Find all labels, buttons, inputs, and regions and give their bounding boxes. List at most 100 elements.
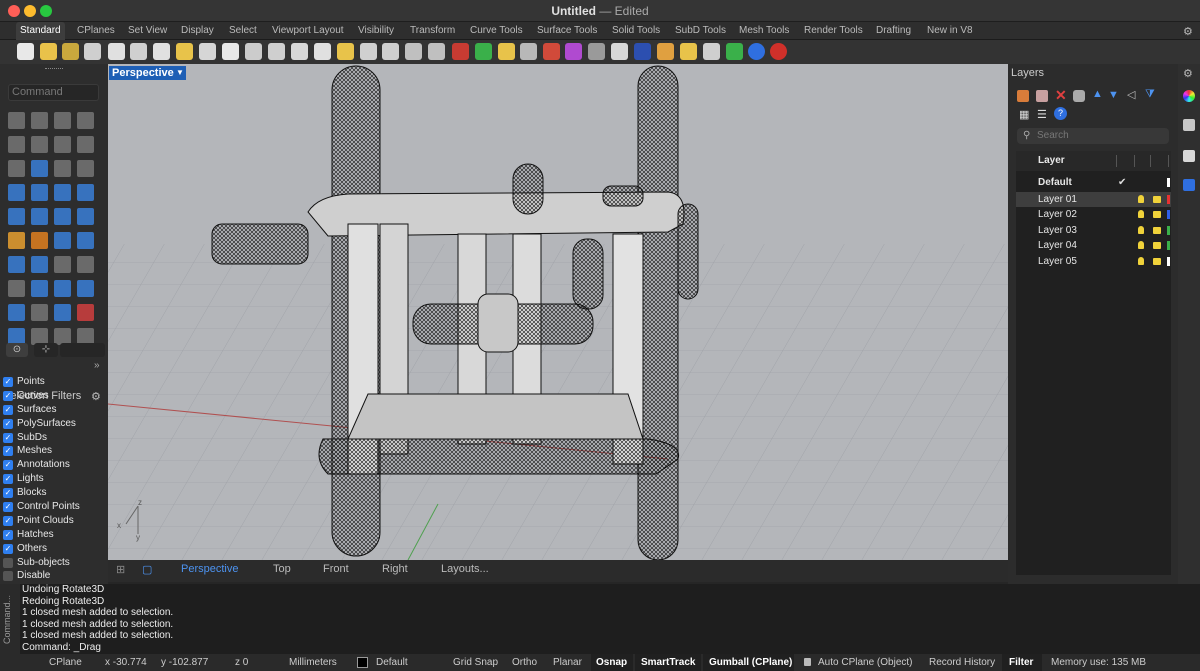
layer-lock-icon[interactable] <box>1153 242 1161 249</box>
block-icon[interactable] <box>77 280 94 297</box>
new-layer-icon[interactable] <box>1017 90 1029 102</box>
materials-icon[interactable] <box>543 43 560 60</box>
filter-row[interactable]: ✓ Curves <box>3 389 107 403</box>
color-wheel-icon[interactable] <box>565 43 582 60</box>
loft-icon[interactable] <box>77 184 94 201</box>
tab-subd-tools[interactable]: SubD Tools <box>671 22 730 40</box>
undo-icon[interactable] <box>199 43 216 60</box>
layer-color-swatch[interactable] <box>1167 241 1170 250</box>
move-out-icon[interactable]: ◁ <box>1127 88 1135 101</box>
named-views-icon[interactable] <box>428 43 445 60</box>
viewport-scene[interactable]: z x y <box>108 64 1008 560</box>
filter-checkbox[interactable]: ✓ <box>3 488 13 499</box>
tab-visibility[interactable]: Visibility <box>354 22 398 40</box>
layer-column-header[interactable]: Layer <box>1016 151 1171 171</box>
filter-row[interactable]: ✓ Surfaces <box>3 403 107 417</box>
move-icon[interactable] <box>8 184 25 201</box>
layer-visible-bulb-icon[interactable] <box>1138 225 1144 234</box>
layer-color-swatch[interactable] <box>1167 256 1170 266</box>
tab-set-view[interactable]: Set View <box>124 22 171 40</box>
new-file-icon[interactable] <box>17 43 34 60</box>
filter-geometry-tab-icon[interactable]: ⊙ <box>6 343 28 357</box>
single-viewport-icon[interactable]: ▢ <box>142 563 152 576</box>
filter-checkbox[interactable]: ✓ <box>3 543 13 554</box>
offset-icon[interactable] <box>31 184 48 201</box>
grid-snap-toggle[interactable]: Grid Snap <box>453 657 498 668</box>
planar-toggle[interactable]: Planar <box>553 657 582 668</box>
cplane-icon[interactable] <box>405 43 422 60</box>
panel-gear-icon[interactable]: ⚙ <box>1183 67 1193 80</box>
tab-select[interactable]: Select <box>225 22 261 40</box>
shaded-icon[interactable] <box>611 43 628 60</box>
open-file-icon[interactable] <box>40 43 57 60</box>
layer-lock-icon[interactable] <box>1153 226 1161 234</box>
layer-visible-bulb-icon[interactable] <box>1138 194 1144 203</box>
new-sublayer-icon[interactable] <box>1036 90 1048 102</box>
filter-checkbox[interactable]: ✓ <box>3 376 13 387</box>
layer-color-swatch[interactable] <box>1167 178 1170 187</box>
cylinder-icon[interactable] <box>54 208 71 225</box>
lock-icon[interactable] <box>520 43 537 60</box>
layer-search-input[interactable]: Search <box>1017 128 1169 144</box>
tab-transform[interactable]: Transform <box>406 22 459 40</box>
perspective-viewport[interactable]: z x y Perspective ▼ <box>108 64 1008 560</box>
filter-row[interactable]: ✓ PolySurfaces <box>3 417 107 431</box>
filter-checkbox[interactable]: ✓ <box>3 432 13 443</box>
filter-row[interactable]: ✓ Point Clouds <box>3 514 107 528</box>
filter-checkbox[interactable]: ✓ <box>3 474 13 485</box>
polygon-icon[interactable] <box>77 136 94 153</box>
filter-checkbox[interactable]: ✓ <box>3 418 13 429</box>
render-icon[interactable] <box>77 304 94 321</box>
layers-icon[interactable] <box>54 304 71 321</box>
move-layer-up-icon[interactable]: ▲ <box>1092 88 1103 100</box>
list-view-icon[interactable]: ☰ <box>1037 108 1047 121</box>
tab-new-in-v8[interactable]: New in V8 <box>923 22 977 40</box>
grid-view-icon[interactable]: ▦ <box>1019 108 1029 121</box>
tab-standard[interactable]: Standard <box>16 22 65 40</box>
tabs-settings-gear-icon[interactable]: ⚙ <box>1183 25 1193 38</box>
layer-visible-bulb-icon[interactable] <box>1138 210 1144 218</box>
dimension-icon[interactable] <box>31 280 48 297</box>
filter-subobject-tab-icon[interactable]: ⊹ <box>34 343 58 357</box>
duplicate-layer-icon[interactable] <box>1073 90 1085 102</box>
boolean-icon[interactable] <box>8 256 25 273</box>
pan-hand-icon[interactable] <box>222 43 239 60</box>
notes-panel-icon[interactable] <box>1183 150 1195 162</box>
osnap-toggle[interactable]: Osnap <box>596 657 627 668</box>
smarttrack-toggle[interactable]: SmartTrack <box>641 657 695 668</box>
rectangle-icon[interactable] <box>8 160 25 177</box>
layer-row[interactable]: Layer 01 <box>1016 191 1171 207</box>
import-icon[interactable] <box>108 43 125 60</box>
command-side-tab[interactable]: Command... <box>0 584 20 654</box>
wireframe-sphere-icon[interactable] <box>588 43 605 60</box>
zoom-window-icon[interactable] <box>291 43 308 60</box>
filter-checkbox[interactable] <box>3 557 13 568</box>
grid-layout-icon[interactable]: ⊞ <box>116 563 125 576</box>
layer-filter-icon[interactable]: ⧩ <box>1145 88 1155 101</box>
display-panel-icon[interactable] <box>1183 90 1195 102</box>
tab-right-view[interactable]: Right <box>382 563 408 575</box>
car-icon[interactable] <box>452 43 469 60</box>
light-bulb-icon[interactable] <box>498 43 515 60</box>
text-icon[interactable] <box>8 280 25 297</box>
filter-row[interactable]: ✓ Lights <box>3 472 107 486</box>
viewport-menu-chevron-icon[interactable]: ▼ <box>174 66 186 80</box>
filter-checkbox[interactable] <box>3 571 13 582</box>
four-viewports-icon[interactable] <box>382 43 399 60</box>
filter-checkbox[interactable]: ✓ <box>3 390 13 401</box>
free-curve-icon[interactable] <box>54 160 71 177</box>
grasshopper-icon[interactable] <box>703 43 720 60</box>
extrude-icon[interactable] <box>54 184 71 201</box>
tab-front-view[interactable]: Front <box>323 563 349 575</box>
mirror-icon[interactable] <box>54 256 71 273</box>
undo-view-icon[interactable] <box>360 43 377 60</box>
array-icon[interactable] <box>31 256 48 273</box>
paste-icon[interactable] <box>176 43 193 60</box>
print-icon[interactable] <box>84 43 101 60</box>
tab-cplanes[interactable]: CPlanes <box>73 22 119 40</box>
expand-chevron-icon[interactable]: » <box>94 360 100 371</box>
layer-row[interactable]: Layer 04 <box>1016 238 1171 253</box>
tab-mesh-tools[interactable]: Mesh Tools <box>735 22 793 40</box>
layer-lock-icon[interactable] <box>1153 211 1161 218</box>
select-all-icon[interactable] <box>475 43 492 60</box>
